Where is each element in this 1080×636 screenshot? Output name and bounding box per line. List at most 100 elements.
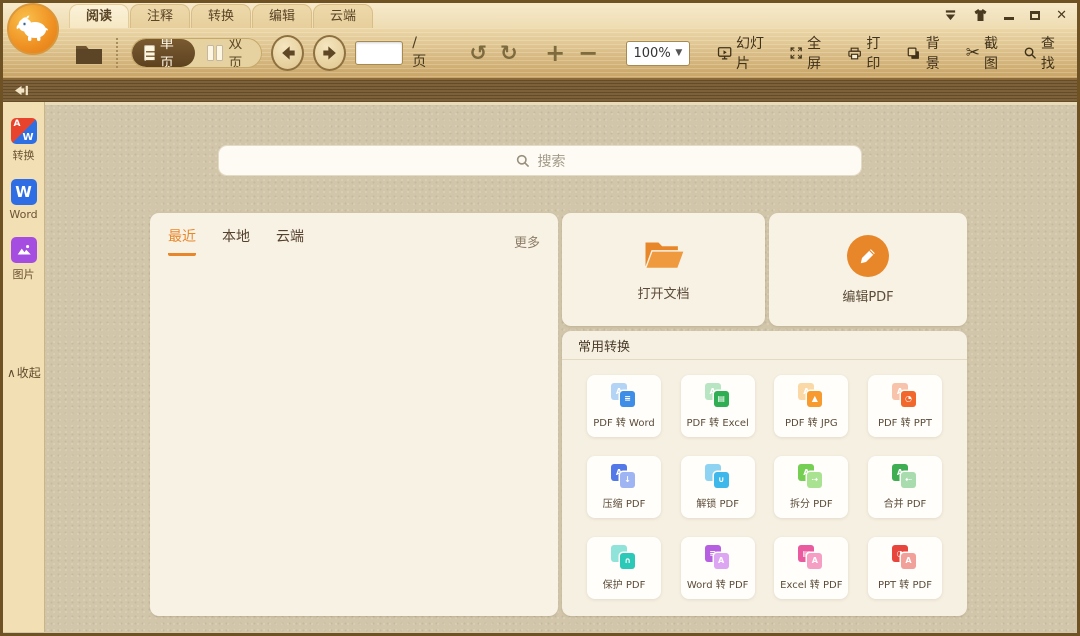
minimize-button[interactable] <box>1004 10 1014 20</box>
prev-page-button[interactable] <box>271 35 304 71</box>
rotate-left-button[interactable]: ↺ <box>467 43 489 64</box>
scissors-icon: ✂ <box>966 43 980 63</box>
merge-pdf-icon: A ⇠ <box>892 464 918 490</box>
word-to-pdf-icon: ≡ A <box>705 545 731 571</box>
shirt-icon <box>973 8 988 22</box>
page-suffix-label: / 页 <box>412 35 433 71</box>
toolbar-separator <box>116 38 118 68</box>
page-mode-toggle: 单页 双页 <box>131 38 262 68</box>
pencil-circle <box>847 235 889 277</box>
sidebar-item-word[interactable]: W Word <box>9 179 37 221</box>
file-list-panel: 最近 本地 云端 更多 <box>150 213 558 616</box>
left-sidebar: A W 转换 W Word 图片 ∧ 收起 <box>3 102 45 632</box>
close-button[interactable]: ✕ <box>1056 8 1067 23</box>
conversion-card-pdf-to-excel[interactable]: A ▤ PDF 转 Excel <box>681 375 755 437</box>
search-input[interactable]: 搜索 <box>218 145 862 176</box>
ribbon-tabs: 阅读 注释 转换 编辑 云端 <box>3 3 1077 28</box>
common-conversions-panel: 常用转换 A ≡ PDF 转 Word A ▤ <box>562 331 967 616</box>
double-page-button[interactable]: 双页 <box>195 39 261 67</box>
zoom-out-button[interactable]: − <box>576 41 600 65</box>
collapse-left-icon <box>13 84 30 97</box>
conversion-card-merge-pdf[interactable]: A ⇠ 合并 PDF <box>868 456 942 518</box>
more-link[interactable]: 更多 <box>514 232 540 251</box>
window-controls: ✕ <box>944 6 1067 24</box>
open-document-card[interactable]: 打开文档 <box>562 213 765 326</box>
search-placeholder: 搜索 <box>538 151 566 171</box>
conversion-card-unlock-pdf[interactable]: ∪ 解锁 PDF <box>681 456 755 518</box>
tab-edit[interactable]: 编辑 <box>252 4 312 28</box>
pdf-to-jpg-icon: A ▲ <box>798 383 824 409</box>
pdf-convert-icon: A W <box>11 118 37 144</box>
skin-button[interactable] <box>973 8 988 22</box>
forward-arrow-icon <box>320 43 340 63</box>
find-icon <box>1023 45 1037 61</box>
conversion-card-pdf-to-word[interactable]: A ≡ PDF 转 Word <box>587 375 661 437</box>
conversion-card-word-to-pdf[interactable]: ≡ A Word 转 PDF <box>681 537 755 599</box>
filelist-tab-recent[interactable]: 最近 <box>168 226 196 256</box>
pdf-to-ppt-icon: A ◔ <box>892 383 918 409</box>
background-button[interactable]: 背景 <box>903 33 953 73</box>
tab-read[interactable]: 阅读 <box>69 4 129 28</box>
main-menu-button[interactable] <box>944 9 957 21</box>
sidebar-item-image[interactable]: 图片 <box>11 237 37 282</box>
zoom-level-select[interactable]: 100% ▼ <box>626 41 691 66</box>
dropdown-arrow-icon: ▼ <box>675 48 682 58</box>
chevron-up-icon: ∧ <box>7 366 16 380</box>
double-page-icon <box>207 45 223 61</box>
print-icon <box>847 45 862 62</box>
zoom-in-button[interactable]: + <box>543 41 567 65</box>
unlock-pdf-icon: ∪ <box>705 464 731 490</box>
elephant-logo-icon <box>15 14 51 44</box>
tab-cloud[interactable]: 云端 <box>313 4 373 28</box>
conversions-title: 常用转换 <box>562 331 967 360</box>
tab-annotate[interactable]: 注释 <box>130 4 190 28</box>
compress-pdf-icon: A ↓ <box>611 464 637 490</box>
collapse-sidebar-button[interactable] <box>13 82 30 101</box>
menu-chevron-icon <box>944 9 957 21</box>
screenshot-button[interactable]: ✂ 截图 <box>963 33 1011 73</box>
conversion-card-protect-pdf[interactable]: ∩ 保护 PDF <box>587 537 661 599</box>
find-button[interactable]: 查找 <box>1020 33 1069 73</box>
maximize-button[interactable] <box>1030 11 1040 20</box>
rotate-right-button[interactable]: ↻ <box>498 43 520 64</box>
conversion-card-ppt-to-pdf[interactable]: ◔ A PPT 转 PDF <box>868 537 942 599</box>
close-icon: ✕ <box>1056 8 1067 23</box>
single-page-icon <box>144 45 155 61</box>
open-folder-icon <box>641 237 687 274</box>
conversion-card-compress-pdf[interactable]: A ↓ 压缩 PDF <box>587 456 661 518</box>
panel-collapse-bar <box>3 80 1077 102</box>
filelist-tab-local[interactable]: 本地 <box>222 226 250 256</box>
home-content: 搜索 最近 本地 云端 更多 打开文档 <box>45 102 1077 632</box>
background-icon <box>906 45 921 62</box>
ppt-to-pdf-icon: ◔ A <box>892 545 918 571</box>
pdf-to-word-icon: A ≡ <box>611 383 637 409</box>
excel-to-pdf-icon: ▤ A <box>798 545 824 571</box>
sidebar-item-convert[interactable]: A W 转换 <box>11 118 37 163</box>
sidebar-collapse-button[interactable]: ∧ 收起 <box>7 364 41 381</box>
print-button[interactable]: 打印 <box>844 33 894 73</box>
page-number-input[interactable] <box>355 41 403 65</box>
filelist-tab-cloud[interactable]: 云端 <box>276 226 304 256</box>
folder-icon <box>75 42 103 65</box>
fullscreen-button[interactable]: 全屏 <box>786 33 835 73</box>
app-window: ✕ 阅读 注释 转换 编辑 云端 <box>0 0 1080 636</box>
app-logo[interactable] <box>7 3 59 55</box>
next-page-button[interactable] <box>313 35 346 71</box>
main-toolbar: 单页 双页 / 页 ↺ ↻ + − 100% ▼ <box>3 28 1077 80</box>
open-file-button[interactable] <box>75 42 103 65</box>
image-icon <box>11 237 37 263</box>
split-pdf-icon: A ⇢ <box>798 464 824 490</box>
single-page-button[interactable]: 单页 <box>132 39 195 67</box>
conversion-card-split-pdf[interactable]: A ⇢ 拆分 PDF <box>774 456 848 518</box>
protect-pdf-icon: ∩ <box>611 545 637 571</box>
pencil-icon <box>858 246 878 266</box>
tab-convert[interactable]: 转换 <box>191 4 251 28</box>
conversion-card-pdf-to-ppt[interactable]: A ◔ PDF 转 PPT <box>868 375 942 437</box>
conversion-card-excel-to-pdf[interactable]: ▤ A Excel 转 PDF <box>774 537 848 599</box>
slideshow-icon <box>717 45 732 62</box>
edit-pdf-card[interactable]: 编辑PDF <box>769 213 967 326</box>
conversion-card-pdf-to-jpg[interactable]: A ▲ PDF 转 JPG <box>774 375 848 437</box>
slideshow-button[interactable]: 幻灯片 <box>714 33 777 73</box>
zoom-level-value: 100% <box>634 46 671 61</box>
back-arrow-icon <box>278 43 298 63</box>
